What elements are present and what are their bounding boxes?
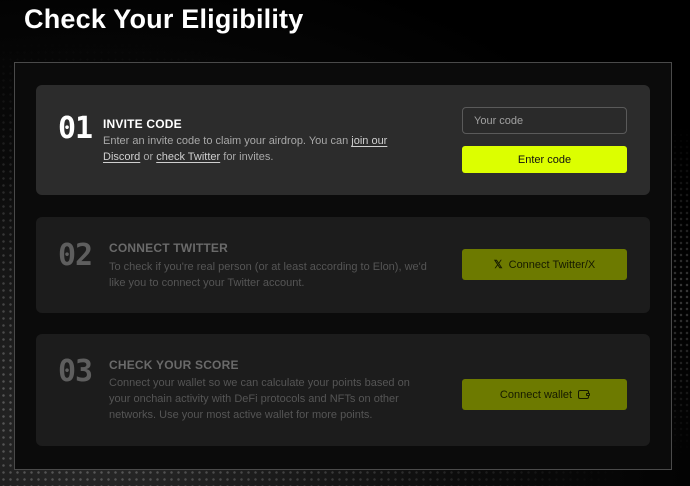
check-twitter-link[interactable]: check Twitter [156, 151, 220, 163]
connect-wallet-button[interactable]: Connect wallet [462, 379, 627, 410]
invite-code-input[interactable] [462, 107, 627, 134]
description-text: Enter an invite code to claim your airdr… [103, 135, 352, 147]
button-label: Connect wallet [499, 388, 573, 401]
button-label: Connect Twitter/X [508, 258, 596, 271]
step-title: CHECK YOUR SCORE [109, 358, 239, 372]
step-title: CONNECT TWITTER [109, 241, 228, 255]
step-description: Enter an invite code to claim your airdr… [103, 133, 403, 165]
step-number: 02 [58, 238, 93, 273]
connect-twitter-button[interactable]: 𝕏 Connect Twitter/X [462, 249, 627, 280]
description-text: for invites. [220, 151, 274, 163]
step-connect-twitter: 02 CONNECT TWITTER To check if you're re… [36, 217, 650, 313]
step-number: 03 [58, 354, 93, 389]
step-title: INVITE CODE [103, 117, 182, 131]
step-number: 01 [58, 111, 93, 146]
x-logo-icon: 𝕏 [493, 259, 503, 271]
wallet-icon [578, 390, 591, 399]
step-invite-code: 01 INVITE CODE Enter an invite code to c… [36, 85, 650, 195]
page-title: Check Your Eligibility [24, 4, 304, 34]
button-label: Enter code [517, 153, 572, 166]
enter-code-button[interactable]: Enter code [462, 146, 627, 173]
step-description: Connect your wallet so we can calculate … [109, 377, 410, 421]
eligibility-panel: 01 INVITE CODE Enter an invite code to c… [14, 62, 672, 470]
step-description: To check if you're real person (or at le… [109, 261, 427, 289]
description-text: or [140, 151, 157, 163]
step-check-score: 03 CHECK YOUR SCORE Connect your wallet … [36, 334, 650, 446]
